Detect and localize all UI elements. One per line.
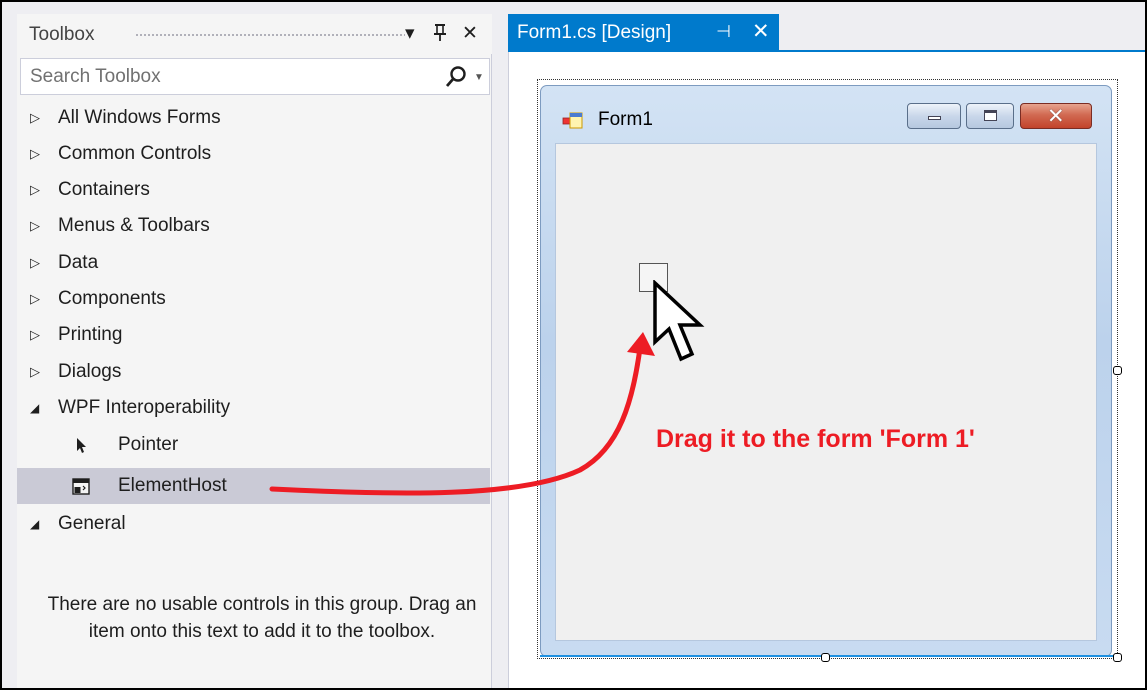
- toolbox-group-all-windows-forms[interactable]: ▷ All Windows Forms: [17, 100, 490, 136]
- tab-pin-icon[interactable]: ⊣: [716, 22, 731, 42]
- group-label: All Windows Forms: [58, 107, 221, 128]
- toolbox-title: Toolbox: [29, 24, 95, 45]
- tab-label: Form1.cs [Design]: [517, 22, 672, 43]
- group-label: Dialogs: [58, 361, 122, 382]
- form1-window[interactable]: Form1 ✕: [540, 85, 1112, 657]
- toolbox-pin-button[interactable]: [432, 22, 448, 48]
- tool-label: ElementHost: [118, 475, 227, 496]
- toolbox-group-printing[interactable]: ▷ Printing: [17, 317, 490, 353]
- pointer-icon: [77, 438, 86, 453]
- elementhost-icon: [72, 478, 90, 495]
- search-options-chevron-icon[interactable]: ▼: [474, 72, 484, 83]
- toolbox-group-dialogs[interactable]: ▷ Dialogs: [17, 354, 490, 390]
- toolbox-group-common-controls[interactable]: ▷ Common Controls: [17, 136, 490, 172]
- toolbox-dropdown-button[interactable]: ▾: [405, 22, 415, 45]
- empty-group-message: There are no usable controls in this gro…: [47, 594, 477, 642]
- toolbox-drag-grip[interactable]: [135, 33, 405, 38]
- resize-handle-corner[interactable]: [1113, 653, 1122, 662]
- group-label: General: [58, 513, 126, 534]
- form-client-area[interactable]: [555, 143, 1097, 641]
- toolbox-close-button[interactable]: ✕: [462, 22, 478, 45]
- group-label: Containers: [58, 179, 150, 200]
- form-title: Form1: [598, 109, 653, 130]
- minimize-button[interactable]: [907, 103, 961, 129]
- group-label: Menus & Toolbars: [58, 215, 210, 236]
- resize-handle-bottom[interactable]: [821, 653, 830, 662]
- expand-arrow-icon[interactable]: ▷: [30, 317, 46, 353]
- toolbox-group-menus-toolbars[interactable]: ▷ Menus & Toolbars: [17, 208, 490, 244]
- maximize-icon: [984, 110, 997, 121]
- group-label: Printing: [58, 324, 123, 345]
- toolbox-group-components[interactable]: ▷ Components: [17, 281, 490, 317]
- close-icon: ✕: [1047, 105, 1065, 128]
- toolbox-item-pointer[interactable]: Pointer: [17, 427, 490, 463]
- group-label: Data: [58, 252, 99, 273]
- toolbox-panel: Toolbox ▾ ✕ ▼ ▷ All Windows Forms ▷ Comm…: [17, 14, 492, 688]
- expand-arrow-icon[interactable]: ▷: [30, 136, 46, 172]
- maximize-button[interactable]: [966, 103, 1014, 129]
- toolbox-header: Toolbox ▾ ✕: [17, 14, 492, 54]
- pin-icon: [434, 24, 446, 41]
- drag-instruction-label: Drag it to the form 'Form 1': [656, 425, 975, 453]
- tab-form1-design[interactable]: Form1.cs [Design] ⊣ ✕: [508, 14, 779, 51]
- expand-arrow-icon[interactable]: ▷: [30, 172, 46, 208]
- expand-arrow-icon[interactable]: ▷: [30, 100, 46, 136]
- group-label: Components: [58, 288, 166, 309]
- search-input[interactable]: [21, 59, 421, 94]
- group-label: WPF Interoperability: [58, 397, 231, 418]
- tab-close-icon[interactable]: ✕: [752, 19, 770, 44]
- expand-arrow-icon[interactable]: ▷: [30, 281, 46, 317]
- form-icon: [562, 112, 583, 129]
- toolbox-search-box[interactable]: ▼: [20, 58, 490, 95]
- expand-arrow-icon[interactable]: ▷: [30, 245, 46, 281]
- form-close-button[interactable]: ✕: [1020, 103, 1092, 129]
- search-icon[interactable]: [445, 65, 467, 89]
- toolbox-group-data[interactable]: ▷ Data: [17, 245, 490, 281]
- collapse-arrow-icon[interactable]: ◢: [30, 506, 46, 542]
- toolbox-group-general[interactable]: ◢ General: [17, 506, 490, 542]
- toolbox-group-containers[interactable]: ▷ Containers: [17, 172, 490, 208]
- expand-arrow-icon[interactable]: ▷: [30, 354, 46, 390]
- resize-handle-right[interactable]: [1113, 366, 1122, 375]
- group-label: Common Controls: [58, 143, 212, 164]
- mouse-cursor-icon: [653, 280, 705, 362]
- expand-arrow-icon[interactable]: ▷: [30, 208, 46, 244]
- collapse-arrow-icon[interactable]: ◢: [30, 390, 46, 426]
- toolbox-item-elementhost[interactable]: ElementHost: [17, 468, 490, 504]
- tool-label: Pointer: [118, 434, 179, 455]
- minimize-icon: [928, 116, 941, 120]
- toolbox-group-wpf-interoperability[interactable]: ◢ WPF Interoperability: [17, 390, 490, 426]
